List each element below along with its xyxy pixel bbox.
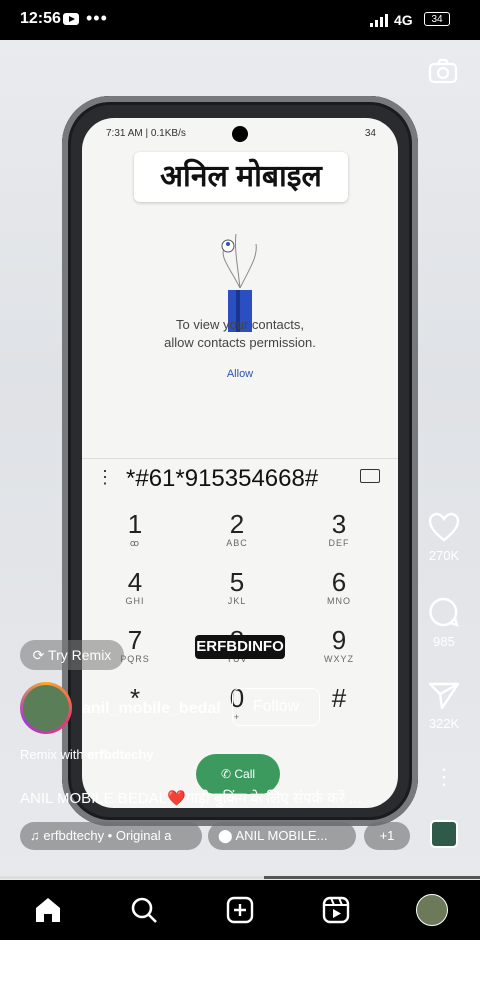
- add-icon[interactable]: [224, 894, 256, 926]
- battery-icon: 34: [424, 12, 450, 26]
- backspace-icon: [360, 469, 380, 483]
- key-digit: 3: [331, 509, 347, 539]
- key-digit: 2: [229, 509, 245, 539]
- comments-count: 985: [433, 634, 455, 649]
- key-1: 1ꝏ: [90, 510, 180, 562]
- remix-with-prefix: Remix with: [20, 747, 84, 762]
- share-action[interactable]: 322K: [420, 680, 468, 731]
- more-notifications-icon: •••: [86, 8, 108, 28]
- remix-icon: ⟳: [32, 647, 49, 663]
- remix-credit[interactable]: Remix with erfbdtechy: [20, 747, 154, 762]
- key-digit: 9: [331, 625, 347, 655]
- call-label: Call: [234, 767, 256, 781]
- key-letters: MNO: [327, 596, 351, 606]
- key-2: 2 ABC: [192, 510, 282, 562]
- key-letters: WXYZ: [324, 654, 354, 664]
- clock: 12:56: [20, 10, 61, 27]
- bottom-navigation: [0, 880, 480, 940]
- home-icon[interactable]: [32, 894, 64, 926]
- key-letters: JKL: [227, 596, 247, 606]
- reel-caption[interactable]: ANIL MOBILE BEDAL❤️गाड़ी बुकिंग के लिए स…: [20, 788, 410, 808]
- audio-thumbnail[interactable]: [430, 820, 458, 848]
- try-remix-label: Try Remix: [48, 647, 112, 663]
- location-label: ANIL MOBILE...: [235, 828, 328, 843]
- like-action[interactable]: 270K: [420, 512, 468, 563]
- creator-username[interactable]: anil_mobile_bedal: [82, 700, 221, 718]
- playback-progress[interactable]: [0, 876, 480, 879]
- overlay-title: अनिल मोबाइल: [134, 152, 348, 202]
- comment-action[interactable]: 985: [420, 596, 468, 649]
- key-6: 6 MNO: [294, 568, 384, 620]
- youtube-notification-icon: [63, 13, 79, 25]
- likes-count: 270K: [428, 548, 460, 563]
- signal-icon: [370, 14, 388, 27]
- reels-icon[interactable]: [320, 894, 352, 926]
- search-icon[interactable]: [128, 894, 160, 926]
- heart-icon[interactable]: [428, 512, 460, 542]
- key-5: 5 JKL: [192, 568, 282, 620]
- key-digit: 6: [331, 567, 347, 597]
- remix-with-user: erfbdtechy: [87, 747, 154, 762]
- watermark-badge: ERFBDINFO: [195, 635, 285, 659]
- caption-prefix: ANIL MOBILE BEDAL: [20, 790, 167, 807]
- send-icon[interactable]: [428, 680, 460, 710]
- follow-button[interactable]: Follow: [232, 688, 320, 726]
- key-digit: 4: [127, 567, 143, 597]
- network-type: 4G: [394, 12, 413, 28]
- camera-icon[interactable]: [428, 58, 458, 84]
- location-chip[interactable]: ⬤ ANIL MOBILE...: [208, 822, 356, 850]
- comment-icon[interactable]: [428, 596, 460, 628]
- more-options-button[interactable]: ⋮: [420, 764, 468, 790]
- reel-video[interactable]: 7:31 AM | 0.1KB/s 34 अनिल मोबाइल To view…: [0, 40, 480, 880]
- contacts-permission-message: To view your contacts, allow contacts pe…: [102, 316, 378, 352]
- key-letters: DEF: [328, 538, 350, 548]
- message-line-2: allow contacts permission.: [164, 335, 316, 350]
- shares-count: 322K: [428, 716, 460, 731]
- message-line-1: To view your contacts,: [176, 317, 304, 332]
- key-letters: ꝏ: [129, 538, 141, 548]
- dialer-menu-icon: ⋮: [96, 467, 114, 487]
- more-tags-chip[interactable]: +1: [364, 822, 410, 850]
- phone-camera: [232, 126, 248, 142]
- location-pin-icon: ⬤: [218, 828, 236, 843]
- creator-avatar[interactable]: [20, 682, 72, 734]
- key-letters: GHI: [125, 596, 145, 606]
- dialed-number: *#61*915354668#: [126, 465, 319, 492]
- key-digit: 1: [127, 509, 143, 539]
- audio-chip[interactable]: ♫ erfbdtechy • Original a: [20, 822, 202, 850]
- key-letters: ABC: [226, 538, 248, 548]
- phone-call-icon: ✆: [220, 767, 235, 781]
- caption-heart: ❤️: [167, 790, 186, 807]
- creator-avatar-image: [23, 685, 69, 731]
- caption-suffix: गाड़ी बुकिंग के लिए संपर्क करें ...: [185, 790, 362, 807]
- key-3: 3 DEF: [294, 510, 384, 562]
- dialer-display: ⋮ *#61*915354668#: [82, 458, 398, 505]
- phone-status-left: 7:31 AM | 0.1KB/s: [106, 128, 186, 139]
- screen-bottom-area: [0, 940, 480, 998]
- key-4: 4 GHI: [90, 568, 180, 620]
- allow-link: Allow: [226, 368, 254, 380]
- phone-status-right: 34: [364, 128, 376, 139]
- profile-avatar[interactable]: [416, 894, 448, 926]
- key-9: 9 WXYZ: [294, 626, 384, 678]
- try-remix-button[interactable]: ⟳ Try Remix: [20, 640, 124, 670]
- key-digit: 5: [229, 567, 245, 597]
- playback-progress-fill: [0, 876, 264, 879]
- system-status-bar: 12:56 ••• 4G 34: [0, 0, 480, 40]
